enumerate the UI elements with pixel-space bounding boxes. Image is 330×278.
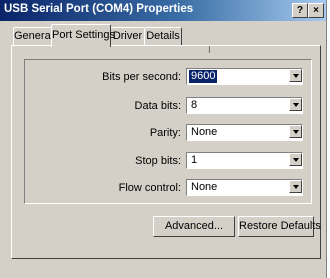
stop-bits-select[interactable]: 1 [186,152,303,169]
data-bits-label: Data bits: [134,100,181,112]
parity-label: Parity: [149,127,181,139]
window-title: USB Serial Port (COM4) Properties [4,3,194,15]
parity-select[interactable]: None [186,124,303,141]
tab-general[interactable]: General [13,27,53,45]
title-bar[interactable]: USB Serial Port (COM4) Properties ? × [0,0,326,21]
tab-details[interactable]: Details [144,27,182,45]
parity-value: None [191,126,218,138]
tab-driver[interactable]: Driver [110,27,145,45]
close-icon[interactable]: × [308,3,324,18]
chevron-down-icon[interactable] [289,98,302,111]
flow-control-select[interactable]: None [186,179,303,196]
data-bits-select[interactable]: 8 [186,97,303,114]
data-bits-value: 8 [191,99,198,111]
chevron-down-icon[interactable] [289,153,302,166]
chevron-down-icon[interactable] [289,180,302,193]
tab-port-settings[interactable]: Port Settings [51,24,115,47]
bits-per-second-value: 9600 [189,70,218,83]
stop-bits-value: 1 [191,154,198,166]
properties-dialog: USB Serial Port (COM4) Properties ? × Ge… [0,0,327,278]
stop-bits-label: Stop bits: [135,155,181,167]
help-icon[interactable]: ? [292,3,308,18]
text-cursor-icon: I [208,45,211,56]
flow-control-label: Flow control: [118,182,181,194]
chevron-down-icon[interactable] [289,125,302,138]
bits-per-second-select[interactable]: 9600 [186,68,303,85]
restore-defaults-button[interactable]: Restore Defaults [238,216,321,237]
flow-control-value: None [191,181,218,193]
bits-per-second-label: Bits per second: [102,71,181,83]
chevron-down-icon[interactable] [289,69,302,82]
advanced-button[interactable]: Advanced... [153,216,235,237]
